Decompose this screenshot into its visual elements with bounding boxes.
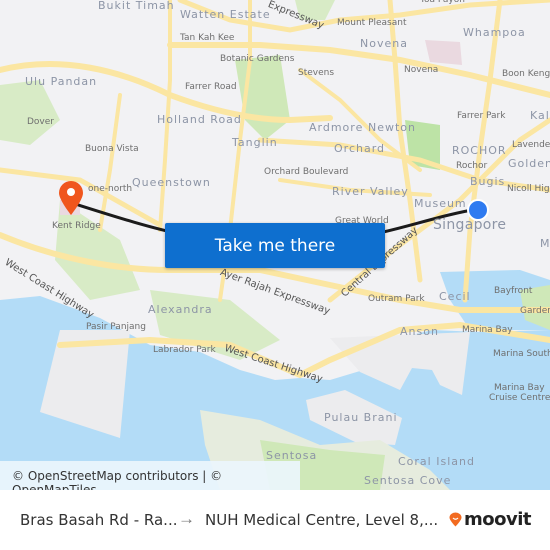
map-label: Dover	[27, 117, 54, 127]
origin-location-dot[interactable]	[467, 199, 489, 221]
origin-stop-name: Bras Basah Rd - Ra...	[20, 511, 178, 529]
map[interactable]: Bukit Timah Watten Estate Tan Kah Kee Bo…	[0, 0, 550, 490]
map-label: Kall	[530, 109, 550, 122]
map-label: Sentosa	[266, 449, 318, 462]
map-label: Anson	[400, 325, 439, 338]
map-label: Sentosa Cove	[364, 474, 452, 487]
map-label: Orchard Boulevard	[264, 167, 349, 177]
map-label: Coral Island	[398, 455, 475, 468]
map-label: Whampoa	[463, 26, 526, 39]
map-label: Novena	[404, 65, 439, 75]
map-label: Bayfront	[494, 286, 533, 296]
map-label: Outram Park	[368, 294, 425, 304]
map-label: Singapore	[433, 217, 507, 233]
destination-pin-icon[interactable]	[57, 180, 85, 216]
map-label: Novena	[360, 37, 408, 50]
arrow-right-icon: →	[178, 509, 195, 528]
map-label: Botanic Gardens	[220, 54, 295, 64]
hospital-area	[425, 40, 462, 65]
map-label: Kent Ridge	[52, 221, 101, 231]
map-label: Labrador Park	[153, 345, 216, 355]
map-label: Holland Road	[157, 113, 242, 126]
map-label: Garden	[520, 306, 550, 316]
map-label: one-north	[88, 184, 133, 194]
map-label: Buona Vista	[85, 144, 139, 154]
map-label: Newton	[368, 121, 417, 134]
map-attribution: © OpenStreetMap contributors | © OpenMap…	[0, 461, 300, 490]
map-label: Ardmore	[309, 121, 364, 134]
map-label: Marina Bay	[494, 383, 545, 393]
map-label: Bukit Timah	[98, 0, 175, 12]
map-label: Queenstown	[132, 176, 211, 189]
map-label: Cruise Centre	[489, 393, 550, 403]
map-label: Boon Keng	[502, 69, 550, 79]
map-label: Bugis	[470, 175, 506, 188]
map-label: Orchard	[334, 142, 386, 155]
map-label: Rochor	[456, 161, 488, 171]
map-label: Tanglin	[232, 136, 278, 149]
map-label: Cecil	[439, 290, 471, 303]
attribution-text[interactable]: © OpenStreetMap contributors | © OpenMap…	[12, 469, 300, 490]
map-label: Pulau Brani	[324, 411, 398, 424]
map-label: M	[540, 237, 550, 250]
map-label: Stevens	[298, 68, 335, 78]
map-label: Marina South	[493, 349, 550, 359]
route-footer: Bras Basah Rd - Ra... → NUH Medical Cent…	[0, 490, 550, 550]
map-label: ROCHOR	[452, 144, 507, 157]
park	[0, 80, 60, 145]
moovit-logo[interactable]: moovit	[449, 508, 532, 530]
moovit-pin-icon	[449, 512, 462, 526]
map-label: Ulu Pandan	[25, 75, 98, 88]
map-label: Marina Bay	[462, 325, 513, 335]
map-label: Toa Payoh	[420, 0, 465, 5]
map-label: Golden	[508, 157, 550, 170]
map-label: Tan Kah Kee	[180, 33, 235, 43]
map-label: Pasir Panjang	[86, 322, 146, 332]
map-label: Mount Pleasant	[337, 18, 407, 28]
map-label: Museum	[414, 197, 467, 210]
map-label: Alexandra	[148, 303, 213, 316]
map-label: Farrer Park	[457, 111, 506, 121]
map-label: River Valley	[332, 185, 409, 198]
moovit-brand-text: moovit	[464, 508, 532, 530]
map-label: Nicoll High	[507, 184, 550, 194]
map-label: Watten Estate	[180, 8, 271, 21]
take-me-there-button[interactable]: Take me there	[165, 223, 385, 268]
map-label: Lavender	[512, 140, 550, 150]
map-label: Farrer Road	[185, 82, 237, 92]
destination-name: NUH Medical Centre, Level 8,...	[205, 511, 439, 529]
